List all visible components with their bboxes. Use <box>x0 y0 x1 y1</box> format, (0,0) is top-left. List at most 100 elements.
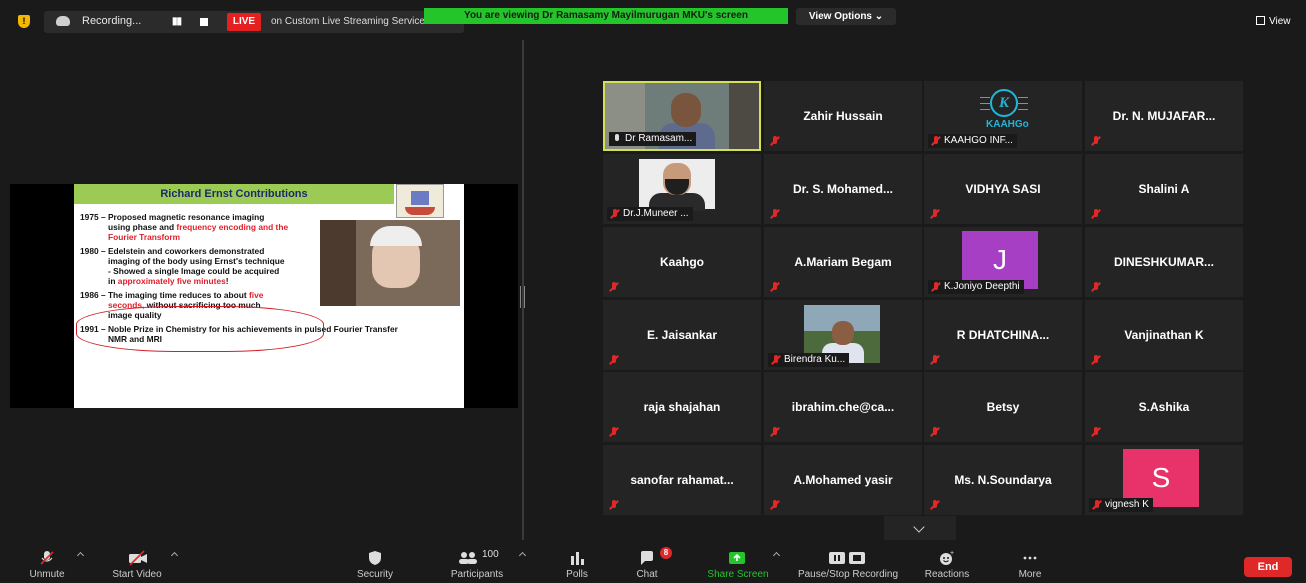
participant-name: raja shajahan <box>643 400 721 414</box>
ink-annotation <box>76 306 324 352</box>
participant-tile[interactable]: J K.Joniyo Deepthi <box>924 227 1082 297</box>
participant-name: Vanjinathan K <box>1124 328 1204 342</box>
presentation-slide: Richard Ernst Contributions 1975 – Propo… <box>74 184 464 408</box>
participant-tile[interactable]: Dr. N. MUJAFAR... <box>1085 81 1243 151</box>
recording-label: Recording... <box>82 15 142 27</box>
caret-up-icon[interactable] <box>76 551 85 560</box>
mic-muted-icon <box>1091 136 1101 147</box>
svg-text:+: + <box>950 550 954 557</box>
participant-tile[interactable]: A.Mariam Begam <box>764 227 922 297</box>
unmute-button[interactable]: Unmute <box>22 541 72 583</box>
pause-stop-icon <box>829 552 865 564</box>
slide-text: ! <box>225 276 229 286</box>
participant-tile[interactable]: Dr Ramasam... <box>603 81 761 151</box>
participant-name: Zahir Hussain <box>803 109 883 123</box>
meeting-toolbar: Unmute Start Video Security 100 Particip… <box>0 541 1306 583</box>
participants-icon <box>459 552 477 564</box>
participant-tile[interactable]: Dr.J.Muneer ... <box>603 154 761 224</box>
participant-tile[interactable]: Vanjinathan K <box>1085 300 1243 370</box>
slide-text-line: - Showed a single Image could be acquire… <box>108 266 279 276</box>
mic-muted-icon <box>609 427 619 438</box>
participant-tile[interactable]: Betsy <box>924 372 1082 442</box>
view-button[interactable]: View <box>1256 16 1291 27</box>
share-screen-button[interactable]: Share Screen <box>702 541 774 583</box>
caret-up-icon[interactable] <box>518 551 527 560</box>
mic-muted-icon <box>1091 427 1101 438</box>
participant-name: Dr. N. MUJAFAR... <box>1112 109 1216 123</box>
participant-name-label: Birendra Ku... <box>768 353 850 367</box>
shield-icon[interactable]: ! <box>18 15 30 28</box>
participant-name: A.Mohamed yasir <box>793 473 893 487</box>
more-label: More <box>1018 569 1042 580</box>
participant-tile[interactable]: ibrahim.che@ca... <box>764 372 922 442</box>
participants-button[interactable]: 100 Participants <box>440 541 514 583</box>
participant-tile[interactable]: A.Mohamed yasir <box>764 445 922 515</box>
participant-name-label: K.Joniyo Deepthi <box>928 280 1024 294</box>
participant-tile[interactable]: sanofar rahamat... <box>603 445 761 515</box>
slide-text: imaging of the body using Ernst's techni… <box>108 256 285 266</box>
chat-icon <box>641 551 653 565</box>
chat-unread-badge: 8 <box>660 547 672 559</box>
chevron-down-icon[interactable] <box>884 516 956 540</box>
participant-tile[interactable]: R DHATCHINA... <box>924 300 1082 370</box>
participant-name: Shalini A <box>1138 182 1190 196</box>
slide-highlight-text: frequency encoding and the <box>176 222 289 232</box>
participant-tile[interactable]: raja shajahan <box>603 372 761 442</box>
participant-tile[interactable]: S.Ashika <box>1085 372 1243 442</box>
slide-title: Richard Ernst Contributions <box>74 184 394 204</box>
end-button[interactable]: End <box>1244 557 1292 577</box>
caret-up-icon[interactable] <box>170 551 179 560</box>
share-screen-icon <box>729 552 745 564</box>
participant-name: Ms. N.Soundarya <box>954 473 1052 487</box>
camera-off-icon <box>129 550 147 566</box>
participant-tile[interactable]: VIDHYA SASI <box>924 154 1082 224</box>
participant-name: DINESHKUMAR... <box>1113 255 1214 269</box>
participant-tile[interactable]: DINESHKUMAR... <box>1085 227 1243 297</box>
polls-button[interactable]: Polls <box>555 541 599 583</box>
participant-tile[interactable]: Zahir Hussain <box>764 81 922 151</box>
participant-tile[interactable]: E. Jaisankar <box>603 300 761 370</box>
participant-name: vignesh K <box>1105 499 1149 510</box>
slide-text-line: Fourier Transform <box>108 232 180 242</box>
slide-text-line: 1980 – Edelstein and coworkers demonstra… <box>80 246 264 256</box>
portrait-photo <box>320 220 460 306</box>
mic-muted-icon <box>1091 282 1101 293</box>
participant-tile[interactable]: K KAAHGo KAAHGO INF... <box>924 81 1082 151</box>
participant-name: K.Joniyo Deepthi <box>944 281 1020 292</box>
participant-name: VIDHYA SASI <box>965 182 1041 196</box>
polls-icon <box>571 552 584 565</box>
participant-tile[interactable]: Svignesh K <box>1085 445 1243 515</box>
divider-handle[interactable] <box>520 286 525 308</box>
shield-icon <box>369 551 381 565</box>
viewing-banner: You are viewing Dr Ramasamy Mayilmurugan… <box>424 8 788 24</box>
participant-name-label: vignesh K <box>1089 498 1153 512</box>
mic-muted-icon <box>770 136 780 147</box>
participant-tile[interactable]: Dr. S. Mohamed... <box>764 154 922 224</box>
participant-tile[interactable]: Ms. N.Soundarya <box>924 445 1082 515</box>
slide-text-line: using phase and frequency encoding and t… <box>108 222 288 232</box>
slide-text-line: imaging of the body using Ernst's techni… <box>108 256 284 266</box>
participant-tile[interactable]: Shalini A <box>1085 154 1243 224</box>
live-badge: LIVE <box>227 13 261 31</box>
security-button[interactable]: Security <box>350 541 400 583</box>
mic-muted-icon <box>609 500 619 511</box>
share-screen-label: Share Screen <box>707 569 769 580</box>
mic-muted-icon <box>770 427 780 438</box>
start-video-button[interactable]: Start Video <box>104 541 170 583</box>
participant-tile[interactable]: Kaahgo <box>603 227 761 297</box>
recording-indicator: Recording... ▮▮ LIVE on Custom Live Stre… <box>44 11 464 33</box>
participant-name: sanofar rahamat... <box>630 473 734 487</box>
more-button[interactable]: More <box>1008 541 1052 583</box>
pause-stop-recording-button[interactable]: Pause/Stop Recording <box>790 541 906 583</box>
pause-icon[interactable]: ▮▮ <box>172 16 182 27</box>
reactions-button[interactable]: + Reactions <box>922 541 972 583</box>
participant-photo <box>639 159 715 211</box>
slide-highlight-text: Fourier Transform <box>108 232 181 242</box>
participant-tile[interactable]: Birendra Ku... <box>764 300 922 370</box>
mic-muted-icon <box>931 136 941 147</box>
caret-up-icon[interactable] <box>772 551 781 560</box>
participant-name: Betsy <box>986 400 1020 414</box>
stop-icon[interactable] <box>200 18 208 26</box>
shared-screen: Richard Ernst Contributions 1975 – Propo… <box>10 184 518 408</box>
view-options-button[interactable]: View Options ⌄ <box>796 8 896 25</box>
